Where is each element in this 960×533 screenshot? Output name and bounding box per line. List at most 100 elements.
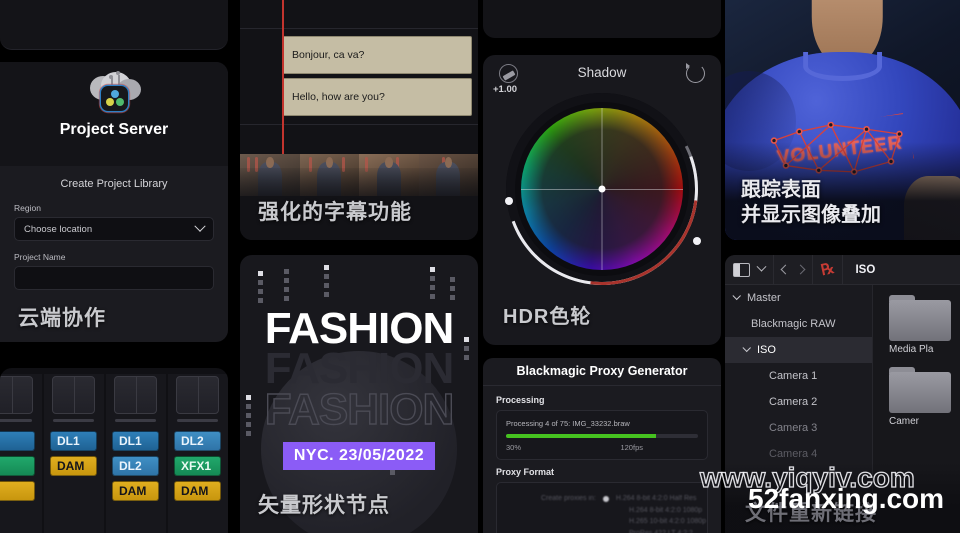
tree-item-master[interactable]: Master bbox=[725, 285, 872, 311]
back-arrow-icon[interactable] bbox=[780, 264, 791, 275]
clip-tag-grid-panel: DL1 DAM DL1 DL2 DAM DL2 XFX1 DAM bbox=[0, 368, 228, 533]
wheel-slider-handle-left[interactable] bbox=[505, 197, 513, 205]
region-select-value: Choose location bbox=[24, 223, 93, 235]
clip-tag[interactable]: DAM bbox=[112, 481, 159, 501]
shirt-collar bbox=[802, 51, 883, 82]
dot-column bbox=[324, 265, 329, 297]
dot-column bbox=[258, 271, 263, 303]
folder-item[interactable]: Camer bbox=[889, 367, 960, 427]
progress-fps: 120fps bbox=[620, 443, 643, 452]
proxy-format-option[interactable]: ProRes 422 LT 4:2:2 1080p bbox=[541, 528, 707, 533]
exposure-wheel-icon[interactable] bbox=[499, 64, 518, 83]
tree-item-label: Camera 2 bbox=[769, 396, 818, 408]
folder-item[interactable]: Media Pla bbox=[889, 295, 960, 355]
subtitle-timeline-panel: Bonjour, ca va? Hello, how are you? 强化的字… bbox=[240, 0, 478, 240]
tree-item-label: Camera 4 bbox=[769, 448, 818, 460]
dot-column bbox=[284, 269, 289, 301]
clip-audio-bar bbox=[177, 419, 218, 422]
region-select[interactable]: Choose location bbox=[14, 217, 214, 241]
proxy-format-option[interactable]: H.264 8-bit 4:2:0 Half Res bbox=[616, 493, 697, 505]
chevron-down-icon[interactable] bbox=[742, 343, 757, 353]
project-name-label: Project Name bbox=[14, 252, 66, 262]
screenshot-root: Project Server Create Project Library Re… bbox=[0, 0, 960, 533]
progress-percent: 30% bbox=[506, 443, 522, 452]
cloud-resolve-icon bbox=[87, 70, 141, 114]
clip-tag[interactable]: DAM bbox=[174, 481, 221, 501]
subtitles-caption: 强化的字幕功能 bbox=[258, 201, 412, 224]
clip-tag[interactable]: XFX1 bbox=[174, 456, 221, 476]
chevron-down-icon[interactable] bbox=[732, 291, 747, 301]
proxy-format-option[interactable]: H.264 8-bit 4:2:0 1080p bbox=[541, 505, 707, 517]
project-name-input[interactable] bbox=[14, 266, 214, 290]
dot-column bbox=[430, 267, 435, 299]
clip-column[interactable] bbox=[0, 374, 42, 533]
clip-tag[interactable] bbox=[0, 431, 35, 451]
clip-audio-bar bbox=[115, 419, 156, 422]
tree-item-label: ISO bbox=[757, 344, 776, 356]
project-name-field-group: Project Name bbox=[14, 252, 214, 290]
fashion-title-panel: FASHION FASHION FASHION NYC. 23/05/2022 … bbox=[240, 255, 478, 533]
reset-icon[interactable] bbox=[686, 63, 705, 83]
progress-bar bbox=[506, 434, 698, 438]
fashion-date-badge: NYC. 23/05/2022 bbox=[282, 442, 436, 471]
tree-item-iso[interactable]: ISO bbox=[725, 337, 872, 363]
color-wheel-control[interactable] bbox=[483, 55, 721, 324]
clip-thumbnail bbox=[114, 376, 157, 414]
clip-column[interactable]: DL2 XFX1 DAM bbox=[168, 374, 228, 533]
tree-item-camera-1[interactable]: Camera 1 bbox=[725, 363, 872, 389]
relink-group: ℞ bbox=[813, 255, 844, 284]
clip-tag[interactable]: DL1 bbox=[112, 431, 159, 451]
subtitle-clip[interactable]: Bonjour, ca va? bbox=[282, 36, 472, 74]
clip-column[interactable]: DL1 DAM bbox=[44, 374, 104, 533]
fashion-title-primary: FASHION bbox=[264, 304, 455, 353]
processing-box: Processing 4 of 75: IMG_33232.braw 30% 1… bbox=[496, 410, 708, 460]
tree-item-label: Blackmagic RAW bbox=[751, 318, 836, 330]
folder-name: Media Pla bbox=[889, 344, 934, 355]
surface-tracking-panel: VOLUNTEER 跟踪表面 并显示图像叠加 bbox=[725, 0, 960, 240]
project-server-header: Project Server bbox=[0, 62, 228, 166]
progress-meta: 30% 120fps bbox=[506, 443, 698, 452]
clip-thumbnail bbox=[52, 376, 95, 414]
clip-column[interactable]: DL1 DL2 DAM bbox=[106, 374, 166, 533]
folder-icon bbox=[889, 295, 951, 341]
chevron-down-icon bbox=[194, 220, 206, 232]
top-center-panel bbox=[483, 0, 721, 38]
wheel-center-handle[interactable] bbox=[598, 185, 606, 193]
tree-item-label: Master bbox=[747, 292, 781, 304]
clip-tag[interactable]: DL2 bbox=[112, 456, 159, 476]
clip-tag[interactable]: DL1 bbox=[50, 431, 97, 451]
tree-item-camera-3[interactable]: Camera 3 bbox=[725, 415, 872, 441]
proxy-generator-title: Blackmagic Proxy Generator bbox=[483, 358, 721, 386]
folder-icon bbox=[889, 367, 951, 413]
clip-tag[interactable]: DAM bbox=[50, 456, 97, 476]
tree-item-camera-2[interactable]: Camera 2 bbox=[725, 389, 872, 415]
project-server-body: Create Project Library Region Choose loc… bbox=[0, 166, 228, 342]
surface-tracking-caption: 跟踪表面 并显示图像叠加 bbox=[741, 178, 881, 228]
sidebar-toggle-icon[interactable] bbox=[733, 262, 750, 277]
clip-tag[interactable] bbox=[0, 481, 35, 501]
proxy-generator-panel: Blackmagic Proxy Generator Processing Pr… bbox=[483, 358, 721, 533]
radio-icon[interactable] bbox=[602, 495, 609, 502]
proxy-format-option[interactable]: H.265 10-bit 4:2:0 1080p bbox=[541, 516, 707, 528]
caption-line-2: 并显示图像叠加 bbox=[741, 203, 881, 226]
subtitle-clip[interactable]: Hello, how are you? bbox=[282, 78, 472, 116]
forward-arrow-icon[interactable] bbox=[795, 264, 806, 275]
proxy-format-options: Create proxies in: H.264 8-bit 4:2:0 Hal… bbox=[497, 483, 707, 533]
top-left-panel bbox=[0, 0, 228, 50]
clip-tag[interactable]: DL2 bbox=[174, 431, 221, 451]
playhead[interactable] bbox=[282, 0, 284, 162]
clip-audio-bar bbox=[53, 419, 94, 422]
project-server-caption: 云端协作 bbox=[18, 307, 106, 330]
fashion-caption: 矢量形状节点 bbox=[258, 494, 390, 517]
fashion-titles: FASHION FASHION FASHION NYC. 23/05/2022 bbox=[240, 304, 478, 471]
region-field-group: Region Choose location bbox=[14, 203, 214, 241]
processing-status: Processing 4 of 75: IMG_33232.braw bbox=[506, 419, 630, 428]
chevron-down-icon[interactable] bbox=[756, 261, 767, 272]
color-wheel-caption: HDR色轮 bbox=[503, 306, 592, 328]
clip-tag[interactable] bbox=[0, 456, 35, 476]
path-label: ISO bbox=[855, 263, 876, 276]
tree-item-blackmagic-raw[interactable]: Blackmagic RAW bbox=[725, 311, 872, 337]
clip-thumbnail bbox=[0, 376, 33, 414]
wheel-slider-handle-right[interactable] bbox=[693, 237, 701, 245]
broken-link-icon[interactable]: ℞ bbox=[819, 260, 836, 279]
